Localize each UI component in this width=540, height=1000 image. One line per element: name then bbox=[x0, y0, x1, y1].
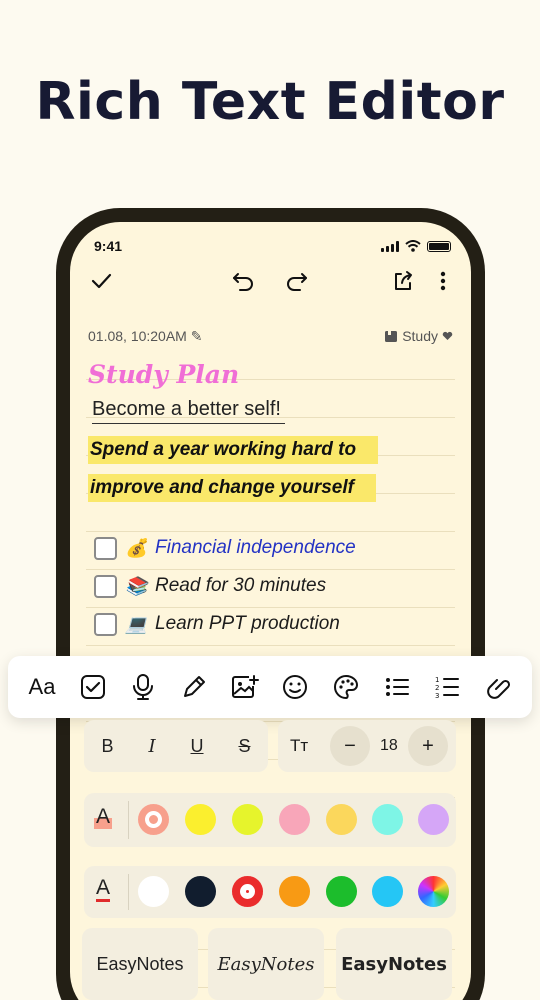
heart-dropdown-icon bbox=[442, 331, 453, 340]
signal-icon bbox=[381, 240, 399, 252]
emoji-icon[interactable] bbox=[275, 667, 315, 707]
font-option-script[interactable]: EasyNotes bbox=[208, 928, 324, 1000]
svg-text:1: 1 bbox=[435, 676, 439, 684]
todo-text: Learn PPT production bbox=[155, 613, 340, 634]
text-style-card: B I U S bbox=[84, 720, 268, 772]
font-size-icon: Tт bbox=[290, 736, 309, 755]
text-color-swatch[interactable] bbox=[326, 876, 357, 907]
text-color-icon: A bbox=[96, 877, 111, 902]
books-icon: 📚 bbox=[125, 575, 148, 596]
battery-icon bbox=[427, 240, 451, 252]
note-date[interactable]: 01.08, 10:20AM ✎ bbox=[88, 328, 202, 345]
svg-text:2: 2 bbox=[435, 684, 439, 692]
headline: Rich Text Editor bbox=[35, 72, 505, 132]
font-size-value: 18 bbox=[380, 737, 398, 754]
note-title[interactable]: Study Plan bbox=[88, 360, 239, 389]
checkbox-icon[interactable] bbox=[73, 667, 113, 707]
folder-icon bbox=[385, 330, 398, 342]
bullet-list-icon[interactable] bbox=[377, 667, 417, 707]
edit-pencil-icon: ✎ bbox=[190, 328, 203, 344]
svg-text:3: 3 bbox=[435, 692, 439, 700]
more-options-icon[interactable] bbox=[430, 268, 456, 294]
strikethrough-button[interactable]: S bbox=[238, 736, 250, 757]
highlight-color-icon: A bbox=[94, 805, 113, 829]
todo-item[interactable]: 💻 Learn PPT production bbox=[94, 612, 340, 636]
bold-button[interactable]: B bbox=[101, 736, 113, 757]
status-bar: 9:41 bbox=[94, 238, 451, 256]
money-bag-icon: 💰 bbox=[125, 537, 148, 558]
increase-size-button[interactable]: + bbox=[408, 726, 448, 766]
folder-selector[interactable]: Study bbox=[384, 328, 453, 344]
decrease-size-button[interactable]: − bbox=[330, 726, 370, 766]
status-time: 9:41 bbox=[94, 238, 123, 254]
microphone-icon[interactable] bbox=[123, 667, 163, 707]
palette-icon[interactable] bbox=[326, 667, 366, 707]
highlight-swatch[interactable] bbox=[326, 804, 357, 835]
underline-button[interactable]: U bbox=[191, 736, 204, 757]
font-option-bold[interactable]: EasyNotes bbox=[336, 928, 452, 1000]
text-color-swatch[interactable] bbox=[185, 876, 216, 907]
todo-text: Financial independence bbox=[155, 537, 356, 558]
share-icon[interactable] bbox=[390, 268, 416, 294]
highlight-swatch[interactable] bbox=[279, 804, 310, 835]
divider bbox=[128, 801, 129, 839]
font-size-card: Tт − 18 + bbox=[278, 720, 456, 772]
todo-item[interactable]: 📚 Read for 30 minutes bbox=[94, 574, 326, 598]
highlight-swatch[interactable] bbox=[232, 804, 263, 835]
checkbox-unchecked[interactable] bbox=[94, 574, 117, 598]
note-subtitle[interactable]: Become a better self! bbox=[92, 398, 285, 424]
add-image-icon[interactable] bbox=[225, 667, 265, 707]
link-icon[interactable] bbox=[478, 667, 518, 707]
text-color-swatch[interactable] bbox=[232, 876, 263, 907]
note-topbar bbox=[88, 268, 453, 298]
highlighted-line-2[interactable]: improve and change yourself bbox=[88, 474, 376, 502]
done-check-icon[interactable] bbox=[88, 268, 114, 294]
text-color-swatch[interactable] bbox=[138, 876, 169, 907]
highlighted-line-1[interactable]: Spend a year working hard to bbox=[88, 436, 379, 464]
redo-icon[interactable] bbox=[284, 268, 310, 294]
text-color-swatch[interactable] bbox=[279, 876, 310, 907]
todo-text: Read for 30 minutes bbox=[155, 575, 327, 596]
checkbox-unchecked[interactable] bbox=[94, 612, 117, 636]
highlight-swatch[interactable] bbox=[185, 804, 216, 835]
italic-button[interactable]: I bbox=[148, 736, 155, 757]
highlight-swatch[interactable] bbox=[138, 804, 169, 835]
todo-item[interactable]: 💰 Financial independence bbox=[94, 536, 356, 560]
numbered-list-icon[interactable]: 123 bbox=[427, 667, 467, 707]
highlight-swatch[interactable] bbox=[372, 804, 403, 835]
font-option-regular[interactable]: EasyNotes bbox=[82, 928, 198, 1000]
font-style-button[interactable]: Aa bbox=[22, 667, 62, 707]
pen-icon[interactable] bbox=[174, 667, 214, 707]
checkbox-checked[interactable] bbox=[94, 536, 117, 560]
undo-icon[interactable] bbox=[230, 268, 256, 294]
laptop-icon: 💻 bbox=[125, 613, 148, 634]
format-toolbar: Aa 123 bbox=[8, 656, 532, 718]
folder-name: Study bbox=[402, 328, 438, 344]
divider bbox=[128, 874, 129, 910]
custom-color-swatch[interactable] bbox=[418, 876, 449, 907]
highlight-swatch[interactable] bbox=[418, 804, 449, 835]
text-color-swatch[interactable] bbox=[372, 876, 403, 907]
wifi-icon bbox=[405, 240, 421, 252]
